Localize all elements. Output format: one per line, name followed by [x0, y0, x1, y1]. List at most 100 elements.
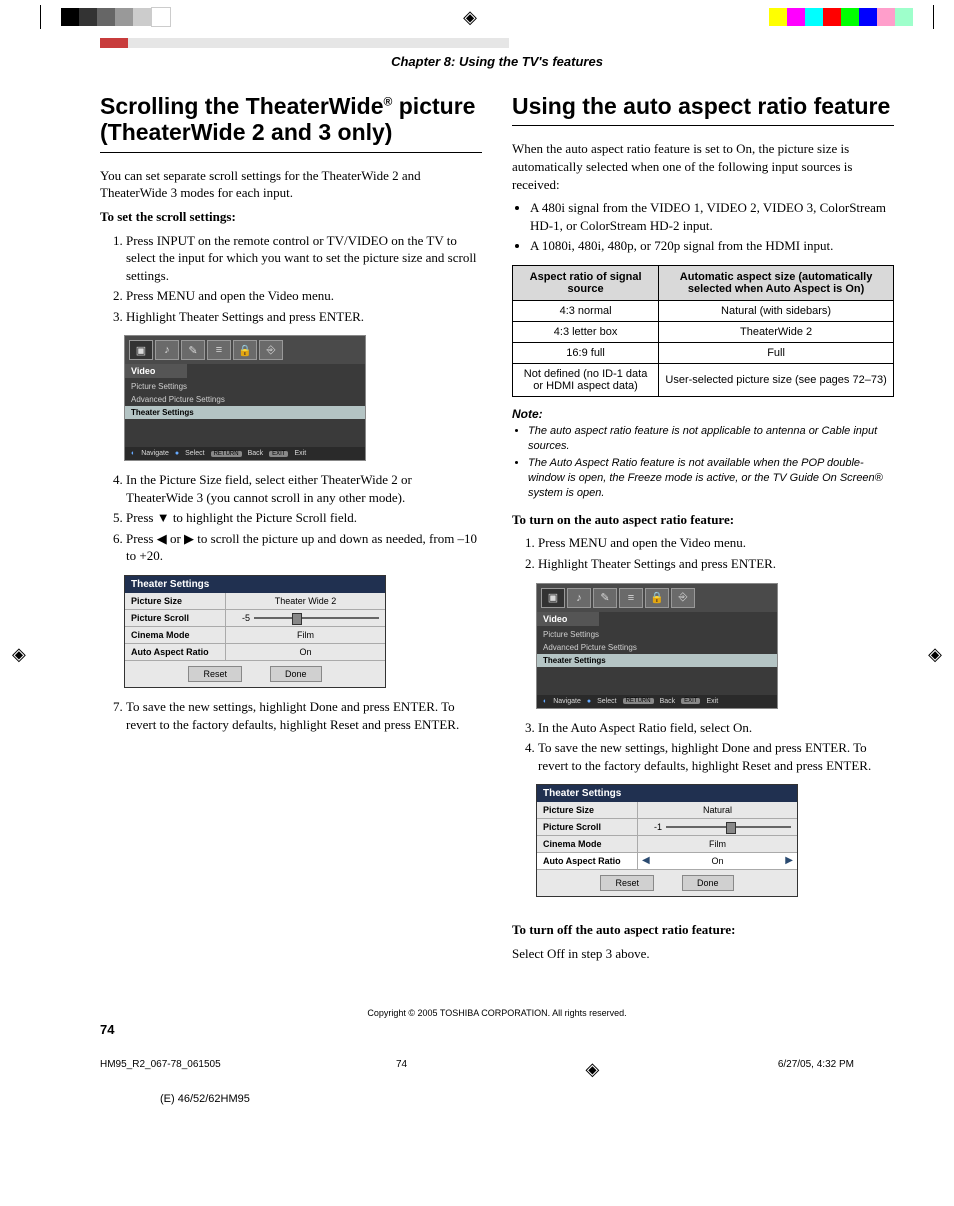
row-label: Picture Scroll — [125, 610, 226, 626]
note-list: The auto aspect ratio feature is not app… — [512, 424, 894, 501]
steps-list: To save the new settings, highlight Done… — [100, 698, 482, 733]
audio-tab-icon: ♪ — [567, 588, 591, 608]
page-number: 74 — [100, 1022, 894, 1037]
nav-hint: Back — [248, 450, 264, 457]
step-item: Press INPUT on the remote control or TV/… — [126, 232, 482, 285]
osd-video-menu: ▣ ♪ ✎ ≡ 🔒 ⎆ Video Picture Settings Advan… — [124, 335, 366, 461]
nav-hint: Exit — [706, 698, 718, 705]
menu-item-highlighted: Theater Settings — [537, 654, 777, 667]
print-info-line: HM95_R2_067-78_061505 74 ◈ 6/27/05, 4:32… — [100, 1059, 854, 1079]
nav-hint: Back — [660, 698, 676, 705]
table-header: Automatic aspect size (automatically sel… — [659, 265, 894, 300]
registration-mark-icon: ◈ — [460, 7, 480, 27]
done-button: Done — [270, 666, 322, 682]
step-item: In the Auto Aspect Ratio field, select O… — [538, 719, 894, 737]
lock-tab-icon: 🔒 — [645, 588, 669, 608]
print-filename: HM95_R2_067-78_061505 — [100, 1059, 221, 1079]
registration-mark-icon: ◈ — [582, 1059, 602, 1079]
reset-button: Reset — [188, 666, 242, 682]
row-label: Cinema Mode — [125, 627, 226, 643]
row-value-selected: ◀ On ▶ — [638, 853, 797, 869]
settings-tab-icon: ≡ — [207, 340, 231, 360]
slider-value: -1 — [644, 822, 662, 832]
panel-title: Theater Settings — [537, 785, 797, 802]
note-label: Note: — [512, 407, 894, 421]
step-item: To save the new settings, highlight Done… — [126, 698, 482, 733]
table-cell: Not defined (no ID-1 data or HDMI aspect… — [513, 363, 659, 396]
step-item: Press MENU and open the Video menu. — [538, 534, 894, 552]
note-item: The auto aspect ratio feature is not app… — [528, 424, 894, 454]
section-title: Scrolling the TheaterWide® picture (Thea… — [100, 93, 482, 146]
model-line: (E) 46/52/62HM95 — [160, 1093, 894, 1105]
print-date: 6/27/05, 4:32 PM — [778, 1059, 854, 1079]
registration-mark-icon: ◈ — [928, 644, 942, 665]
row-label: Auto Aspect Ratio — [537, 853, 638, 869]
row-value: Film — [226, 627, 385, 643]
step-item: Press MENU and open the Video menu. — [126, 287, 482, 305]
section-title: Using the auto aspect ratio feature — [512, 93, 894, 119]
slider: -1 — [638, 822, 797, 832]
menu-tab-label: Video — [537, 612, 599, 626]
row-label: Auto Aspect Ratio — [125, 644, 226, 660]
step-item: Press ◀ or ▶ to scroll the picture up an… — [126, 530, 482, 565]
steps-list: Press INPUT on the remote control or TV/… — [100, 232, 482, 326]
step-item: Press ▼ to highlight the Picture Scroll … — [126, 509, 482, 527]
nav-key: EXIT — [269, 451, 288, 457]
table-cell: Natural (with sidebars) — [659, 300, 894, 321]
table-cell: 4:3 normal — [513, 300, 659, 321]
intro-text: You can set separate scroll settings for… — [100, 167, 482, 202]
step-item: In the Picture Size field, select either… — [126, 471, 482, 506]
chapter-header: Chapter 8: Using the TV's features — [100, 54, 894, 69]
aspect-ratio-table: Aspect ratio of signal source Automatic … — [512, 265, 894, 397]
body-text: Select Off in step 3 above. — [512, 945, 894, 963]
table-header: Aspect ratio of signal source — [513, 265, 659, 300]
left-column: Scrolling the TheaterWide® picture (Thea… — [100, 93, 482, 968]
nav-key: RETURN — [623, 698, 654, 704]
row-value: On — [226, 644, 385, 660]
row-label: Cinema Mode — [537, 836, 638, 852]
title-text: Scrolling the TheaterWide — [100, 93, 384, 119]
osd-video-menu: ▣ ♪ ✎ ≡ 🔒 ⎆ Video Picture Settings Advan… — [536, 583, 778, 709]
table-cell: 4:3 letter box — [513, 321, 659, 342]
menu-item: Picture Settings — [125, 380, 365, 393]
nav-key: EXIT — [681, 698, 700, 704]
panel-title: Theater Settings — [125, 576, 385, 593]
reset-button: Reset — [600, 875, 654, 891]
menu-tab-label: Video — [125, 364, 187, 378]
settings-tab-icon: ≡ — [619, 588, 643, 608]
nav-hint: Navigate — [553, 698, 581, 705]
step-item: To save the new settings, highlight Done… — [538, 739, 894, 774]
table-cell: TheaterWide 2 — [659, 321, 894, 342]
bullet-item: A 480i signal from the VIDEO 1, VIDEO 2,… — [530, 199, 894, 234]
lock-tab-icon: 🔒 — [233, 340, 257, 360]
subhead: To turn off the auto aspect ratio featur… — [512, 921, 894, 939]
table-cell: User-selected picture size (see pages 72… — [659, 363, 894, 396]
subhead: To turn on the auto aspect ratio feature… — [512, 511, 894, 529]
nav-hint: Select — [597, 698, 616, 705]
steps-list: In the Auto Aspect Ratio field, select O… — [512, 719, 894, 775]
menu-item-highlighted: Theater Settings — [125, 406, 365, 419]
arrow-left-icon: ◀ — [642, 855, 650, 866]
video-tab-icon: ▣ — [129, 340, 153, 360]
print-page: 74 — [396, 1059, 407, 1079]
registration-mark-icon: ◈ — [12, 644, 26, 665]
row-value: Film — [638, 836, 797, 852]
table-cell: 16:9 full — [513, 342, 659, 363]
steps-list: In the Picture Size field, select either… — [100, 471, 482, 565]
copyright-line: Copyright © 2005 TOSHIBA CORPORATION. Al… — [100, 1008, 894, 1018]
nav-hint: Exit — [294, 450, 306, 457]
intro-text: When the auto aspect ratio feature is se… — [512, 140, 894, 193]
subhead: To set the scroll settings: — [100, 208, 482, 226]
theater-settings-panel: Theater Settings Picture Size Natural Pi… — [536, 784, 798, 897]
arrow-right-icon: ▶ — [785, 855, 793, 866]
step-item: Highlight Theater Settings and press ENT… — [126, 308, 482, 326]
row-value: On — [711, 856, 723, 866]
steps-list: Press MENU and open the Video menu. High… — [512, 534, 894, 572]
nav-hint: Navigate — [141, 450, 169, 457]
row-label: Picture Scroll — [537, 819, 638, 835]
nav-hint: Select — [185, 450, 204, 457]
menu-item: Picture Settings — [537, 628, 777, 641]
slider: -5 — [226, 613, 385, 623]
row-value: Theater Wide 2 — [226, 593, 385, 609]
bullet-item: A 1080i, 480i, 480p, or 720p signal from… — [530, 237, 894, 255]
